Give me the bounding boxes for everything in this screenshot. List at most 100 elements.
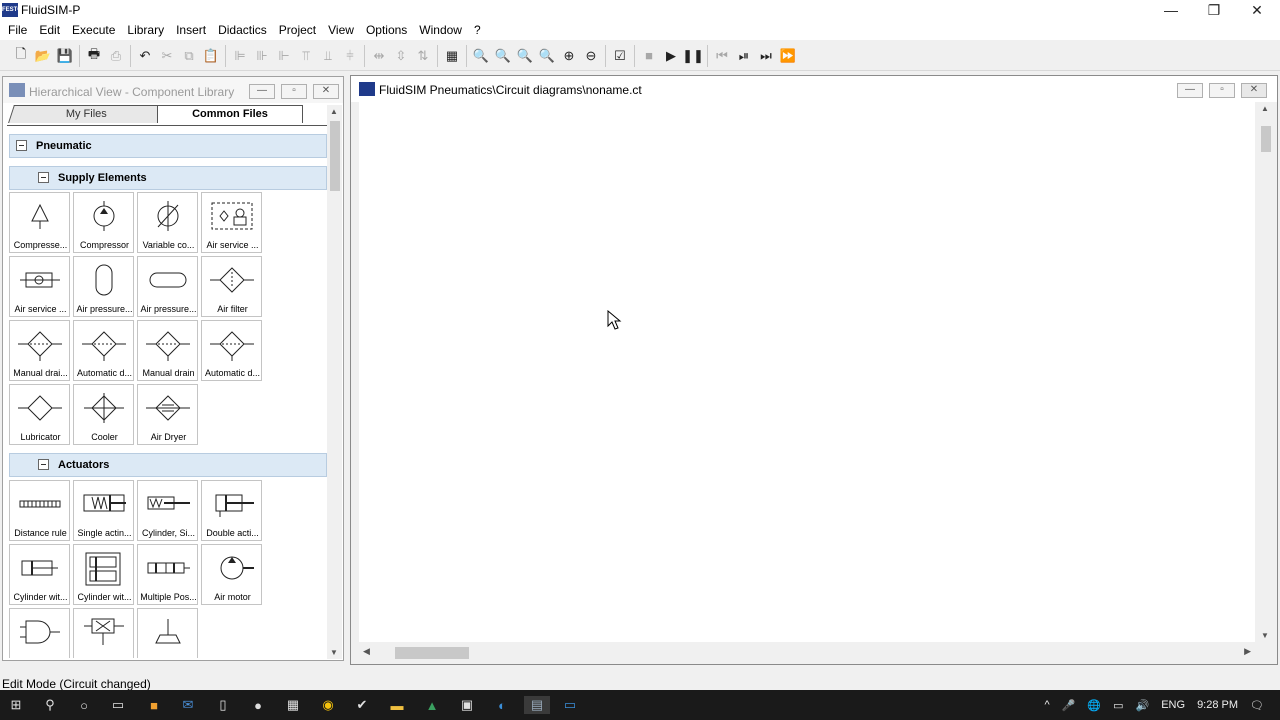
fluidsim-taskbar-icon[interactable]: ▤ — [524, 696, 550, 714]
library-component[interactable]: Compresse... — [9, 192, 70, 253]
align-left-icon[interactable]: ⊫ — [229, 45, 251, 67]
library-component[interactable]: Automatic d... — [73, 320, 134, 381]
restore-button[interactable]: ❐ — [1193, 0, 1235, 20]
library-component[interactable]: Cooler — [73, 384, 134, 445]
zoom-window-icon[interactable]: 🔍 — [514, 45, 536, 67]
terminal-icon[interactable]: ▭ — [560, 696, 580, 714]
align-bottom-icon[interactable]: ⫩ — [339, 45, 361, 67]
menu-execute[interactable]: Execute — [66, 23, 121, 37]
library-minimize-button[interactable]: — — [249, 84, 275, 99]
menu-window[interactable]: Window — [413, 23, 468, 37]
library-component[interactable]: Air Dryer — [137, 384, 198, 445]
collapse-icon[interactable] — [38, 459, 49, 470]
library-scrollbar[interactable]: ▲ ▼ — [327, 105, 342, 659]
circuit-horizontal-scrollbar[interactable]: ◀ ▶ — [359, 643, 1255, 661]
print-preview-icon[interactable]: 🖶 — [83, 45, 105, 67]
library-component[interactable]: Compressor — [73, 192, 134, 253]
library-component[interactable]: Cylinder wit... — [73, 544, 134, 605]
zoom-1-icon[interactable]: 🔍 — [470, 45, 492, 67]
zoom-region-icon[interactable]: 🔍 — [536, 45, 558, 67]
scroll-right-icon[interactable]: ▶ — [1244, 646, 1251, 657]
section-actuators[interactable]: Actuators — [9, 453, 327, 477]
library-component[interactable]: Air service ... — [201, 192, 262, 253]
close-button[interactable]: ✕ — [1236, 0, 1278, 20]
save-icon[interactable]: 💾 — [54, 45, 76, 67]
tab-common-files[interactable]: Common Files — [157, 105, 303, 123]
library-component[interactable]: Manual drain — [137, 320, 198, 381]
copy-icon[interactable]: ⧉ — [178, 45, 200, 67]
stop-icon[interactable]: ■ — [638, 45, 660, 67]
step-icon[interactable]: ⏯ — [733, 45, 755, 67]
next-icon[interactable]: ⏭ — [755, 45, 777, 67]
circuit-canvas[interactable] — [359, 102, 1255, 642]
zoom-out-icon[interactable]: ⊖ — [580, 45, 602, 67]
calculator-icon[interactable]: ▦ — [283, 696, 303, 714]
check-icon[interactable]: ☑ — [609, 45, 631, 67]
library-component[interactable] — [137, 608, 198, 658]
new-icon[interactable]: 🗋 — [10, 45, 32, 67]
app-icon-3[interactable]: ▲ — [422, 696, 442, 714]
search-icon[interactable]: ⚲ — [40, 696, 60, 714]
zoom-in-icon[interactable]: ⊕ — [558, 45, 580, 67]
library-component[interactable]: Multiple Pos... — [137, 544, 198, 605]
menu-project[interactable]: Project — [273, 23, 322, 37]
undo-icon[interactable]: ↶ — [134, 45, 156, 67]
menu-help[interactable]: ? — [468, 23, 487, 37]
task-view-icon[interactable]: ▭ — [108, 696, 128, 714]
start-icon[interactable]: ⊞ — [6, 696, 26, 714]
pycharm-icon[interactable]: ▣ — [457, 696, 477, 714]
zoom-fit-icon[interactable]: 🔍 — [492, 45, 514, 67]
mail-icon[interactable]: ✉ — [178, 696, 198, 714]
reset-icon[interactable]: ⏮ — [711, 45, 733, 67]
battery-icon[interactable]: ▭ — [1113, 699, 1123, 712]
menu-didactics[interactable]: Didactics — [212, 23, 273, 37]
circuit-maximize-button[interactable]: ▫ — [1209, 83, 1235, 98]
scroll-up-icon[interactable]: ▲ — [330, 107, 338, 116]
open-icon[interactable]: 📂 — [32, 45, 54, 67]
pause-icon[interactable]: ❚❚ — [682, 45, 704, 67]
menu-file[interactable]: File — [2, 23, 33, 37]
section-supply-elements[interactable]: Supply Elements — [9, 166, 327, 190]
chrome-icon[interactable]: ◉ — [318, 696, 338, 714]
menu-options[interactable]: Options — [360, 23, 413, 37]
library-component[interactable] — [73, 608, 134, 658]
menu-insert[interactable]: Insert — [170, 23, 212, 37]
scroll-down-icon[interactable]: ▼ — [1261, 631, 1269, 640]
notepad-icon[interactable]: ▯ — [213, 696, 233, 714]
print-icon[interactable]: ⎙ — [105, 45, 127, 67]
check-app-icon[interactable]: ✔ — [352, 696, 372, 714]
menu-edit[interactable]: Edit — [33, 23, 66, 37]
circuit-close-button[interactable]: ✕ — [1241, 83, 1267, 98]
cut-icon[interactable]: ✂ — [156, 45, 178, 67]
play-icon[interactable]: ▶ — [660, 45, 682, 67]
scroll-up-icon[interactable]: ▲ — [1261, 104, 1269, 113]
circuit-vertical-scrollbar[interactable]: ▲ ▼ — [1257, 102, 1273, 642]
library-component[interactable]: Manual drai... — [9, 320, 70, 381]
volume-icon[interactable]: 🔊 — [1136, 699, 1150, 712]
network-icon[interactable]: 🌐 — [1087, 699, 1101, 712]
library-component[interactable]: Lubricator — [9, 384, 70, 445]
library-component[interactable]: Air filter — [201, 256, 262, 317]
library-component[interactable]: Air pressure... — [137, 256, 198, 317]
rotate-icon[interactable]: ⇅ — [412, 45, 434, 67]
language-indicator[interactable]: ENG — [1161, 699, 1185, 711]
library-component[interactable]: Double acti... — [201, 480, 262, 541]
align-top-icon[interactable]: ⫪ — [295, 45, 317, 67]
chevron-up-icon[interactable]: ^ — [1045, 699, 1050, 711]
library-component[interactable]: Single actin... — [73, 480, 134, 541]
cortana-icon[interactable]: ○ — [74, 696, 94, 714]
scroll-down-icon[interactable]: ▼ — [330, 648, 338, 657]
align-center-icon[interactable]: ⊪ — [251, 45, 273, 67]
library-close-button[interactable]: ✕ — [313, 84, 339, 99]
library-component[interactable]: Air service ... — [9, 256, 70, 317]
circuit-minimize-button[interactable]: — — [1177, 83, 1203, 98]
scroll-left-icon[interactable]: ◀ — [363, 646, 370, 657]
clock[interactable]: 9:28 PM — [1197, 699, 1238, 711]
app-icon-2[interactable]: ● — [248, 696, 268, 714]
distribute-h-icon[interactable]: ⇹ — [368, 45, 390, 67]
library-component[interactable] — [9, 608, 70, 658]
align-middle-icon[interactable]: ⫫ — [317, 45, 339, 67]
notifications-icon[interactable]: 🗨 — [1250, 699, 1264, 712]
library-scroll-thumb[interactable] — [330, 121, 340, 191]
align-right-icon[interactable]: ⊩ — [273, 45, 295, 67]
